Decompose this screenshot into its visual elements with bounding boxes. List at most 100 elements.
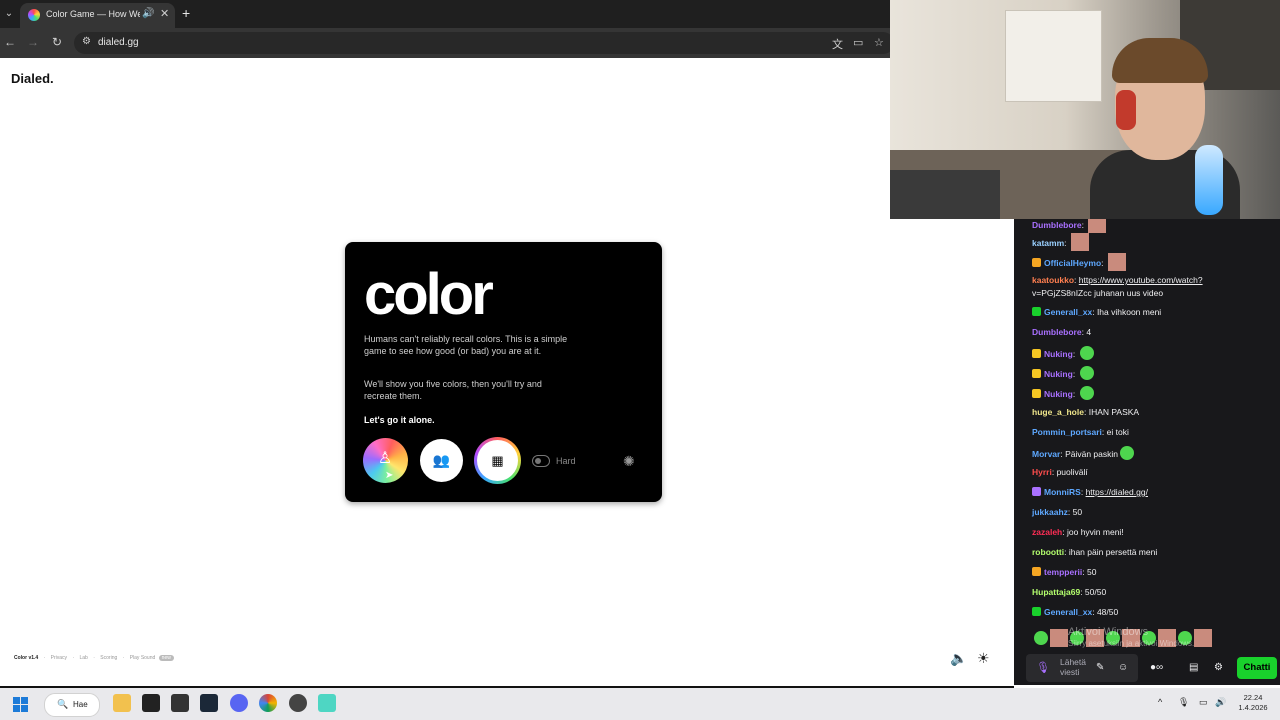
green-emote-icon[interactable] <box>1079 386 1094 400</box>
emoji-icon[interactable]: ☺ <box>1118 662 1128 673</box>
x-app-icon[interactable] <box>142 694 160 712</box>
chat-badge-icon[interactable] <box>1032 349 1041 358</box>
green-emote-icon[interactable] <box>1079 346 1094 360</box>
store-icon[interactable]: ▤ <box>1189 662 1198 673</box>
tab-close-icon[interactable]: ✕ <box>160 7 169 20</box>
footer-separator: · <box>93 655 95 661</box>
app-icon[interactable] <box>318 694 336 712</box>
chat-input[interactable]: 🎙 Lähetä viesti ✎ ☺ <box>1026 654 1138 682</box>
chat-send-button[interactable]: Chatti <box>1237 657 1277 679</box>
chat-username[interactable]: tempperii <box>1044 567 1082 577</box>
daily-challenge-button[interactable]: ▦ <box>474 437 521 484</box>
taskbar-clock[interactable]: 22.24 1.4.2026 <box>1236 693 1270 713</box>
channel-points-icon[interactable]: ●∞ <box>1150 662 1163 673</box>
green-emote-icon[interactable] <box>1079 366 1094 380</box>
new-tab-button[interactable]: + <box>182 5 190 21</box>
back-arrow-icon[interactable]: ← <box>4 35 16 49</box>
chat-username[interactable]: Nuking <box>1044 389 1073 399</box>
chat-username[interactable]: Dumblebore <box>1032 220 1082 230</box>
cast-icon[interactable]: ▭ <box>853 36 863 49</box>
chat-username[interactable]: jukkaahz <box>1032 507 1068 517</box>
browser-tab[interactable]: Color Game — How Well C 🔊 ✕ <box>20 3 175 28</box>
translate-icon[interactable]: ✎ <box>1096 662 1104 673</box>
tray-overflow-icon[interactable]: ^ <box>1158 697 1162 707</box>
chrome-icon[interactable] <box>259 694 277 712</box>
steam-icon[interactable] <box>200 694 218 712</box>
discord-icon[interactable] <box>230 694 248 712</box>
chat-username[interactable]: robootti <box>1032 547 1064 557</box>
chat-username[interactable]: Dumblebore <box>1032 327 1082 337</box>
chat-text: Päivän paskin <box>1065 449 1118 459</box>
chat-username[interactable]: Morvar <box>1032 449 1060 459</box>
chat-text: 48/50 <box>1096 607 1119 617</box>
theme-toggle-icon[interactable]: ☀ <box>977 650 990 667</box>
settings-gear-icon[interactable]: ✺ <box>623 453 635 470</box>
volume-icon[interactable]: 🔊 <box>1215 697 1226 708</box>
chat-message: Hyrri: puolivälí <box>1032 466 1272 479</box>
chat-username[interactable]: Hyrri <box>1032 467 1052 477</box>
intro-text: Humans can't reliably recall colors. Thi… <box>364 334 568 356</box>
green-emote-icon[interactable] <box>1120 446 1134 460</box>
chat-message: Pommin_portsari: ei toki <box>1032 426 1272 439</box>
rider-app-icon[interactable] <box>171 694 189 712</box>
chat-username[interactable]: Nuking <box>1044 369 1073 379</box>
network-icon[interactable]: ▭ <box>1199 697 1208 708</box>
toggle-knob <box>535 458 541 464</box>
sound-toggle-icon[interactable]: 🔈 <box>950 650 967 667</box>
chat-username[interactable]: MonniRS <box>1044 487 1081 497</box>
chat-badge-icon[interactable] <box>1032 369 1041 378</box>
chat-text: 4 <box>1086 327 1092 337</box>
obs-icon[interactable] <box>289 694 307 712</box>
chat-badge-icon[interactable] <box>1032 258 1041 267</box>
image-emote-icon[interactable] <box>1070 233 1089 251</box>
footer-link-play-sound[interactable]: Play Sound <box>130 655 156 661</box>
chat-username[interactable]: OfficialHeymo <box>1044 258 1101 268</box>
microphone-icon[interactable]: 🎙 <box>1036 661 1050 674</box>
chat-badge-icon[interactable] <box>1032 487 1041 496</box>
forward-arrow-icon[interactable]: → <box>27 35 39 49</box>
windows-start-icon[interactable] <box>13 697 28 712</box>
bookmark-star-icon[interactable]: ☆ <box>874 36 884 49</box>
chat-username[interactable]: Nuking <box>1044 349 1073 359</box>
chat-badge-icon[interactable] <box>1032 307 1041 316</box>
footer-link-privacy[interactable]: Privacy <box>51 655 67 661</box>
chat-badge-icon[interactable] <box>1032 607 1041 616</box>
chat-message: Nuking: <box>1032 366 1272 381</box>
tab-audio-icon[interactable]: 🔊 <box>142 8 154 19</box>
file-explorer-icon[interactable] <box>113 694 131 712</box>
address-bar[interactable]: ⚙ dialed.gg 文 ▭ ☆ <box>74 32 894 54</box>
hard-mode-toggle[interactable] <box>532 455 550 467</box>
translate-icon[interactable]: 文 <box>832 36 843 52</box>
chat-username[interactable]: katamm <box>1032 238 1064 248</box>
footer-link-lab[interactable]: Lab <box>80 655 88 661</box>
lamp <box>1195 145 1223 215</box>
chat-username[interactable]: Generall_xx <box>1044 607 1092 617</box>
chat-username[interactable]: kaatoukko <box>1032 275 1074 285</box>
image-emote-icon[interactable] <box>1050 629 1068 647</box>
image-emote-icon[interactable] <box>1107 253 1126 271</box>
image-emote-icon[interactable] <box>1194 629 1212 647</box>
site-info-icon[interactable]: ⚙ <box>82 36 91 47</box>
chat-username[interactable]: huge_a_hole <box>1032 407 1084 417</box>
chat-text: puolivälí <box>1056 467 1088 477</box>
reload-icon[interactable]: ↻ <box>52 35 62 49</box>
chat-message: OfficialHeymo: <box>1032 253 1272 271</box>
chat-badge-icon[interactable] <box>1032 389 1041 398</box>
chat-username[interactable]: Pommin_portsari <box>1032 427 1102 437</box>
chat-settings-icon[interactable]: ⚙ <box>1214 662 1223 673</box>
chat-username[interactable]: zazaleh <box>1032 527 1062 537</box>
site-logo[interactable]: Dialed. <box>11 71 54 86</box>
footer-link-scoring[interactable]: Scoring <box>100 655 117 661</box>
chat-link[interactable]: https://www.youtube.com/watch? <box>1079 275 1203 285</box>
chat-link[interactable]: https://dialed.gg/ <box>1086 487 1148 497</box>
tab-search-menu-icon[interactable]: ⌄ <box>2 6 16 22</box>
chat-username[interactable]: Hupattaja69 <box>1032 587 1080 597</box>
multiplayer-button[interactable]: 👥 <box>420 439 463 482</box>
taskbar-search[interactable]: 🔍 Hae <box>44 693 100 717</box>
chat-username[interactable]: Generall_xx <box>1044 307 1092 317</box>
tray-mic-icon[interactable]: 🎙 <box>1178 697 1189 708</box>
clock-time: 22.24 <box>1243 693 1263 702</box>
image-emote-icon[interactable] <box>1088 219 1107 233</box>
green-emote-icon[interactable] <box>1034 631 1048 645</box>
chat-badge-icon[interactable] <box>1032 567 1041 576</box>
